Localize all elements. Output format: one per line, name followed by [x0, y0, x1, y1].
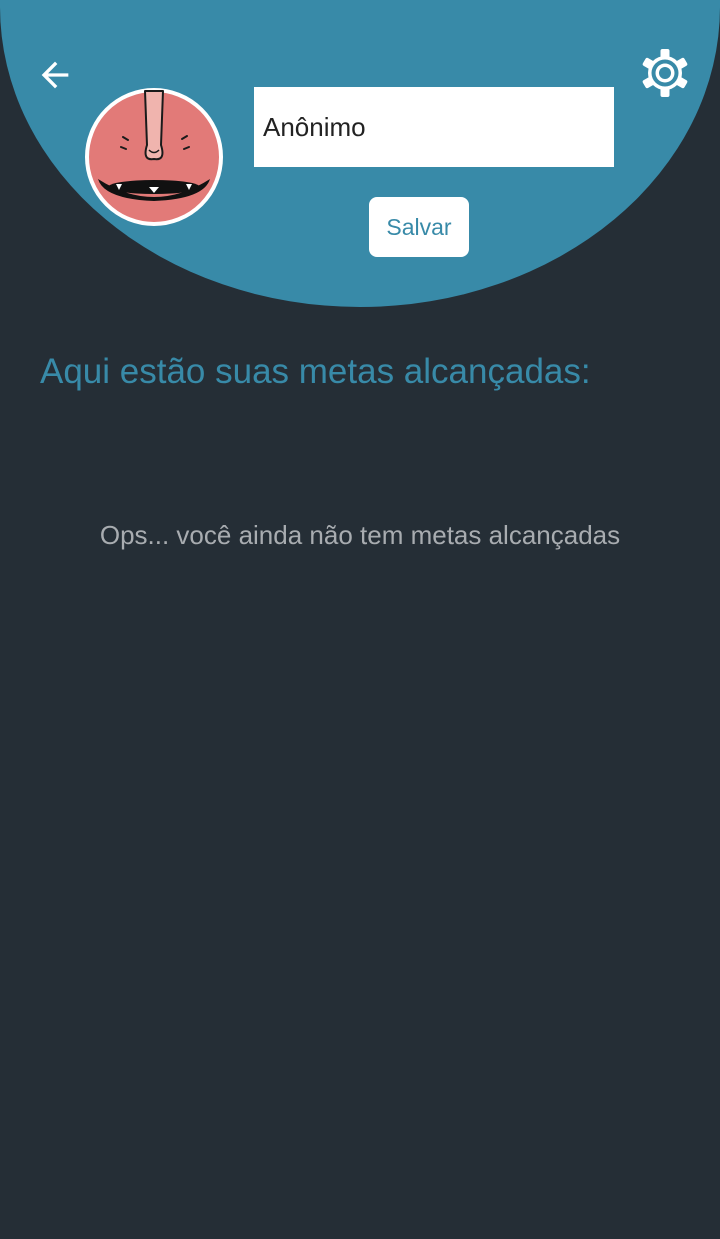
- achieved-goals-title: Aqui estão suas metas alcançadas:: [40, 352, 591, 391]
- pink-face-avatar-icon: [85, 88, 223, 226]
- save-button[interactable]: Salvar: [369, 197, 469, 257]
- settings-button[interactable]: [636, 44, 694, 102]
- name-input[interactable]: [254, 87, 614, 167]
- avatar[interactable]: [84, 87, 224, 227]
- back-button[interactable]: [30, 50, 80, 100]
- arrow-left-icon: [41, 61, 69, 89]
- empty-goals-message: Ops... você ainda não tem metas alcançad…: [99, 520, 621, 550]
- profile-header: Salvar: [0, 0, 720, 307]
- gear-icon: [642, 49, 688, 97]
